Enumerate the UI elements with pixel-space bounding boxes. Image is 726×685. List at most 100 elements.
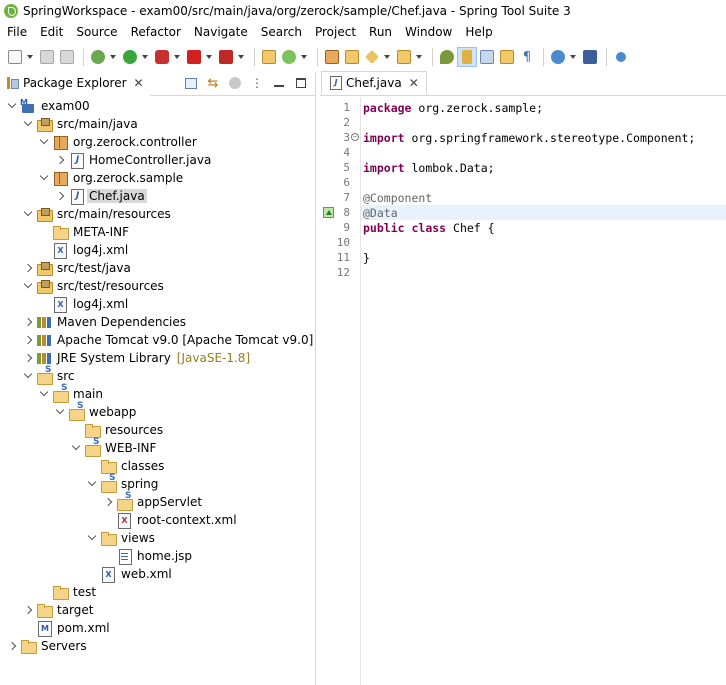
menu-help[interactable]: Help [458, 25, 498, 39]
view-menu-icon[interactable]: ⋮ [249, 75, 265, 91]
tree-item[interactable]: root-context.xml [0, 511, 316, 529]
tree-item[interactable]: Chef.java [0, 187, 316, 205]
chevron-down-icon[interactable] [22, 277, 34, 295]
tree-item[interactable]: main [0, 383, 316, 403]
tree-item[interactable]: appServlet [0, 491, 316, 511]
code-line[interactable]: public class Chef { [361, 220, 726, 235]
fold-collapse-icon[interactable]: − [351, 133, 359, 141]
filters-icon[interactable] [227, 75, 243, 91]
chevron-right-icon[interactable] [22, 601, 34, 619]
pilcrow-icon[interactable]: ¶ [518, 48, 536, 66]
save-all-icon[interactable] [58, 48, 76, 66]
code-line[interactable]: } [361, 250, 726, 265]
line-number-ruler[interactable]: 1 2 3−4 5 6 7 8 9 10 11 12 [320, 97, 359, 685]
server-dropdown[interactable] [237, 48, 244, 66]
chevron-down-icon[interactable] [38, 169, 50, 187]
collapse-all-icon[interactable] [183, 75, 199, 91]
menu-source[interactable]: Source [69, 25, 123, 39]
chevron-down-icon[interactable] [54, 403, 66, 421]
tree-item[interactable]: org.zerock.controller [0, 133, 316, 151]
tree-item[interactable]: webapp [0, 401, 316, 421]
stop-icon[interactable] [185, 48, 203, 66]
chevron-down-icon[interactable] [22, 205, 34, 223]
new-package-icon[interactable] [323, 48, 341, 66]
close-icon[interactable]: ✕ [134, 76, 144, 90]
code-line[interactable] [361, 265, 726, 280]
menu-window[interactable]: Window [398, 25, 458, 39]
menu-edit[interactable]: Edit [33, 25, 69, 39]
tree-item[interactable]: test [0, 583, 316, 601]
chevron-down-icon[interactable] [70, 439, 82, 457]
tree-item[interactable]: src/main/java [0, 115, 316, 133]
new-spring-project-icon[interactable] [280, 48, 298, 66]
chevron-right-icon[interactable] [54, 187, 66, 205]
tree-item[interactable]: Maven Dependencies [0, 313, 316, 331]
debug-icon[interactable] [89, 48, 107, 66]
chevron-down-icon[interactable] [38, 133, 50, 151]
code-line[interactable]: package org.zerock.sample; [361, 100, 726, 115]
toggle-block-selection-icon[interactable] [457, 47, 477, 67]
tree-item[interactable]: org.zerock.sample [0, 169, 316, 187]
tree-item[interactable]: resources [0, 421, 316, 439]
chevron-right-icon[interactable] [22, 313, 34, 331]
tree-item[interactable]: WEB-INF [0, 437, 316, 457]
tree-item[interactable]: classes [0, 457, 316, 475]
menu-file[interactable]: File [0, 25, 33, 39]
code-line[interactable] [361, 175, 726, 190]
override-marker-icon[interactable] [323, 207, 334, 218]
stop-dropdown[interactable] [205, 48, 212, 66]
tree-item[interactable]: log4j.xml [0, 295, 316, 313]
coverage-dropdown[interactable] [173, 48, 180, 66]
chevron-right-icon[interactable] [6, 637, 18, 655]
menu-project[interactable]: Project [308, 25, 362, 39]
tree-item[interactable]: META-INF [0, 223, 316, 241]
code-line[interactable] [361, 115, 726, 130]
chevron-down-icon[interactable] [38, 385, 50, 403]
tree-item[interactable]: pom.xml [0, 619, 316, 637]
save-icon[interactable] [38, 48, 56, 66]
run-dropdown[interactable] [141, 48, 148, 66]
close-icon[interactable]: ✕ [409, 76, 419, 90]
menu-run[interactable]: Run [362, 25, 398, 39]
tree-item[interactable]: src [0, 365, 316, 385]
code-line[interactable]: @Component [361, 190, 726, 205]
globe-icon[interactable] [549, 48, 567, 66]
chevron-right-icon[interactable] [54, 151, 66, 169]
chevron-right-icon[interactable] [102, 493, 114, 511]
new-java-project-icon[interactable] [260, 48, 278, 66]
tree-item[interactable]: log4j.xml [0, 241, 316, 259]
debug-dropdown[interactable] [109, 48, 116, 66]
tree-item[interactable]: src/test/java [0, 259, 316, 277]
chevron-down-icon[interactable] [22, 367, 34, 385]
chevron-down-icon[interactable] [22, 115, 34, 133]
code-editor[interactable]: package org.zerock.sample; import org.spr… [360, 97, 726, 685]
tree-item[interactable]: exam00 [0, 97, 316, 115]
menu-navigate[interactable]: Navigate [187, 25, 254, 39]
menu-refactor[interactable]: Refactor [124, 25, 187, 39]
tree-item[interactable]: Apache Tomcat v9.0 [Apache Tomcat v9.0] [0, 331, 316, 349]
code-line[interactable] [361, 145, 726, 160]
server-icon[interactable] [217, 48, 235, 66]
chevron-right-icon[interactable] [22, 349, 34, 367]
console-icon[interactable] [581, 48, 599, 66]
tab-package-explorer[interactable]: Package Explorer ✕ [0, 71, 150, 96]
open-type-dropdown[interactable] [383, 48, 390, 66]
new-dropdown[interactable] [26, 48, 33, 66]
minimize-icon[interactable] [271, 75, 287, 91]
new-icon[interactable] [6, 48, 24, 66]
code-line[interactable]: import lombok.Data; [361, 160, 726, 175]
link-with-editor-icon[interactable]: ⇆ [205, 75, 221, 91]
tree-item[interactable]: target [0, 601, 316, 619]
tree-item[interactable]: views [0, 529, 316, 547]
run-coverage-icon[interactable] [153, 48, 171, 66]
tree-item[interactable]: home.jsp [0, 547, 316, 565]
tree-item[interactable]: web.xml [0, 565, 316, 583]
code-line[interactable]: import org.springframework.stereotype.Co… [361, 130, 726, 145]
toggle-mark-occurrences-icon[interactable] [438, 48, 456, 66]
chevron-down-icon[interactable] [86, 475, 98, 493]
maximize-icon[interactable] [293, 75, 309, 91]
new-class-icon[interactable] [343, 48, 361, 66]
code-line[interactable] [361, 235, 726, 250]
more-icon[interactable] [612, 48, 630, 66]
chevron-down-icon[interactable] [6, 97, 18, 115]
